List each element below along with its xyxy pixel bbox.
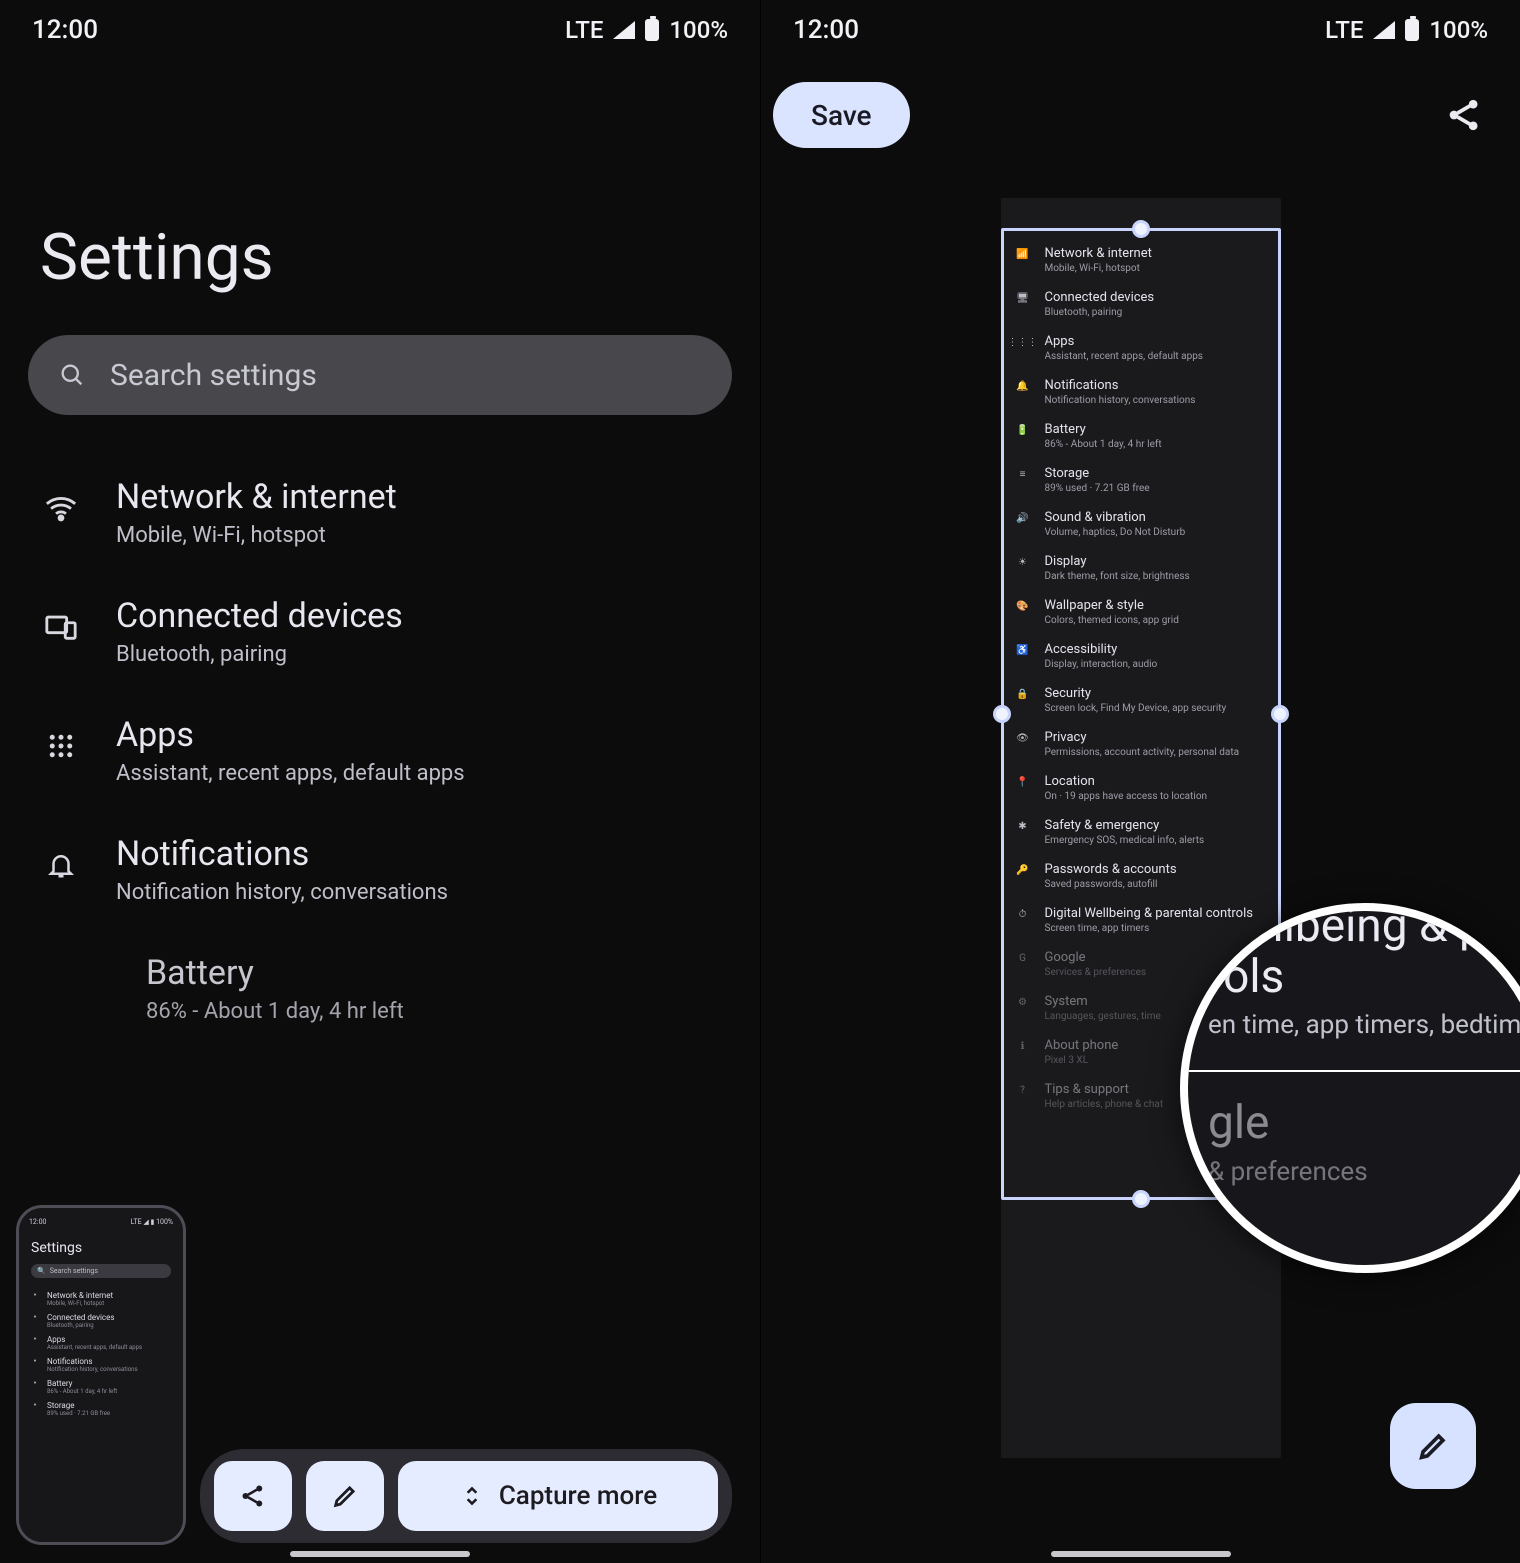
row-sub: Bluetooth, pairing (116, 642, 403, 667)
settings-list: Network & internet Mobile, Wi-Fi, hotspo… (0, 453, 760, 1048)
search-icon (58, 361, 86, 389)
edit-fab[interactable] (1390, 1403, 1476, 1489)
status-right: LTE 100% (1325, 16, 1488, 44)
thumb-row: •Network & internetMobile, Wi-Fi, hotspo… (29, 1288, 173, 1310)
thumb-row: •NotificationsNotification history, conv… (29, 1354, 173, 1376)
mag-title2: gle (1208, 1098, 1520, 1149)
mag-sub2: & preferences (1208, 1157, 1520, 1187)
right-phone: 12:00 LTE 100% Save 📶Network & internetM… (760, 0, 1520, 1563)
bell-icon (40, 844, 82, 886)
mag-title-b: rols (1208, 952, 1520, 1003)
status-net: LTE (1325, 16, 1363, 44)
status-time: 12:00 (32, 15, 98, 45)
capture-more-label: Capture more (499, 1481, 657, 1511)
wifi-icon (40, 487, 82, 529)
status-battery: 100% (669, 16, 728, 44)
search-input[interactable]: Search settings (28, 335, 732, 415)
crop-handle-left[interactable] (993, 705, 1011, 723)
gesture-bar[interactable] (1051, 1551, 1231, 1557)
edit-button[interactable] (306, 1461, 384, 1531)
mag-sub: en time, app timers, bedtim (1208, 1010, 1520, 1040)
thumb-row: •Battery86% - About 1 day, 4 hr left (29, 1376, 173, 1398)
signal-icon (613, 21, 635, 39)
row-network[interactable]: Network & internet Mobile, Wi-Fi, hotspo… (0, 453, 760, 572)
row-connected[interactable]: Connected devices Bluetooth, pairing (0, 572, 760, 691)
gesture-bar[interactable] (290, 1551, 470, 1557)
mag-title: Wellbeing & p (1208, 903, 1520, 952)
devices-icon (40, 606, 82, 648)
status-battery: 100% (1429, 16, 1488, 44)
screenshot-thumbnail[interactable]: 12:00LTE ◢ ▮ 100% Settings 🔍Search setti… (16, 1205, 186, 1545)
row-sub: 86% - About 1 day, 4 hr left (146, 999, 404, 1024)
row-sub: Assistant, recent apps, default apps (116, 761, 465, 786)
share-button[interactable] (214, 1461, 292, 1531)
crop-handle-bottom[interactable] (1132, 1190, 1150, 1208)
battery-icon (645, 19, 659, 41)
status-right: LTE 100% (565, 16, 728, 44)
row-title: Battery (146, 953, 404, 993)
thumb-row: •AppsAssistant, recent apps, default app… (29, 1332, 173, 1354)
row-title: Notifications (116, 834, 448, 874)
battery-icon (1405, 19, 1419, 41)
status-time: 12:00 (793, 15, 859, 45)
thumb-row: •Connected devicesBluetooth, pairing (29, 1310, 173, 1332)
row-sub: Mobile, Wi-Fi, hotspot (116, 523, 397, 548)
row-title: Network & internet (116, 477, 397, 517)
left-phone: 12:00 LTE 100% Settings Search settings … (0, 0, 760, 1563)
crop-handle-top[interactable] (1132, 220, 1150, 238)
row-apps[interactable]: Apps Assistant, recent apps, default app… (0, 691, 760, 810)
status-bar: 12:00 LTE 100% (761, 0, 1520, 60)
save-button[interactable]: Save (773, 82, 910, 148)
thumb-search: 🔍Search settings (31, 1264, 171, 1278)
thumb-title: Settings (31, 1240, 173, 1256)
search-placeholder: Search settings (110, 358, 317, 393)
signal-icon (1373, 21, 1395, 39)
capture-more-button[interactable]: Capture more (398, 1461, 718, 1531)
page-title: Settings (0, 60, 760, 335)
thumb-row: •Storage89% used · 7.21 GB free (29, 1398, 173, 1420)
row-battery[interactable]: Battery 86% - About 1 day, 4 hr left (0, 929, 760, 1048)
long-screenshot: 📶Network & internetMobile, Wi-Fi, hotspo… (1001, 198, 1281, 1458)
row-sub: Notification history, conversations (116, 880, 448, 905)
screenshot-toolbar: Capture more (200, 1449, 732, 1543)
status-net: LTE (565, 16, 603, 44)
row-title: Connected devices (116, 596, 403, 636)
row-title: Apps (116, 715, 465, 755)
status-bar: 12:00 LTE 100% (0, 0, 760, 60)
row-notifications[interactable]: Notifications Notification history, conv… (0, 810, 760, 929)
crop-handle-right[interactable] (1271, 705, 1289, 723)
share-icon[interactable] (1444, 95, 1484, 135)
apps-icon (40, 725, 82, 767)
